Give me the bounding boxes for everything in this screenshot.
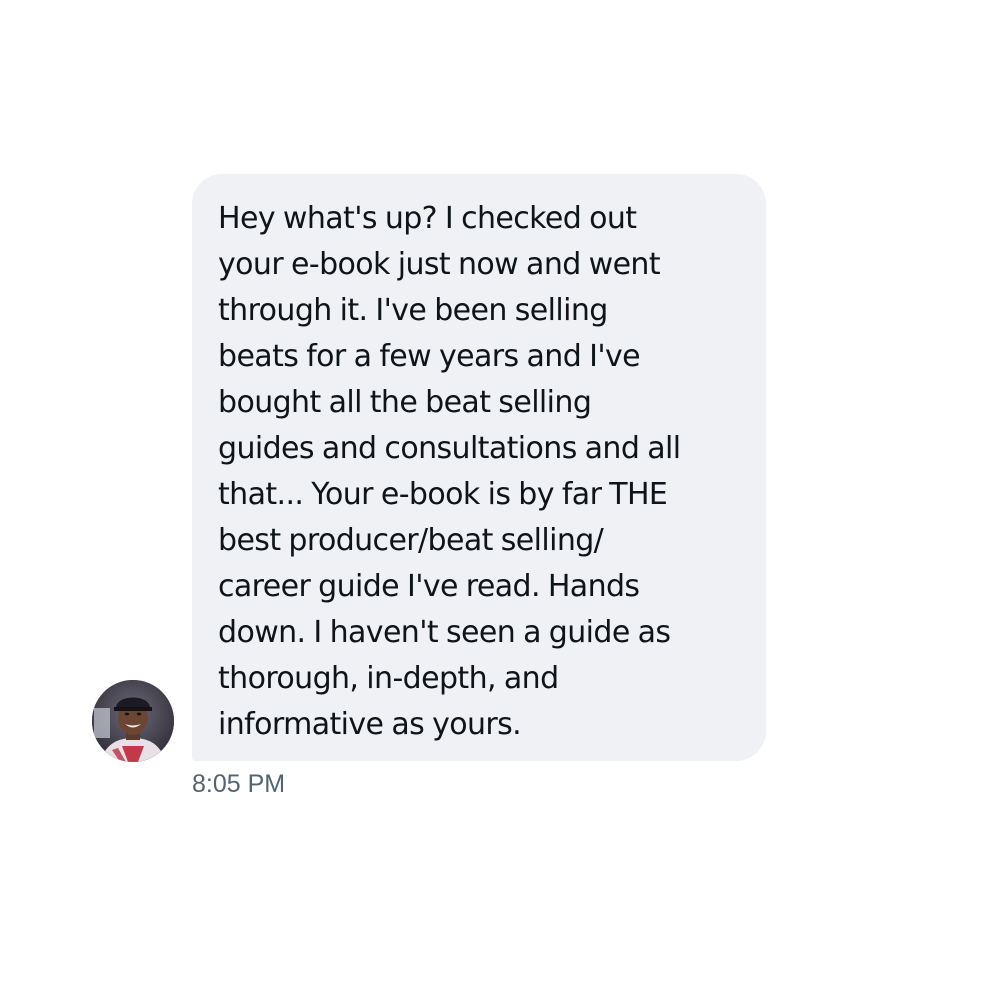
sender-avatar[interactable] [92, 680, 174, 762]
message-line: informative as yours. [218, 707, 522, 742]
message-line: bought all the beat selling [218, 385, 592, 420]
message-line: that... Your e-book is by far THE [218, 477, 668, 512]
message-timestamp: 8:05 PM [192, 770, 286, 798]
avatar-photo-icon [92, 680, 174, 762]
message-line: your e-book just now and went [218, 247, 661, 282]
message-line: Hey what's up? I checked out [218, 201, 637, 236]
message-line: through it. I've been selling [218, 293, 608, 328]
message-line: best producer/beat selling/ [218, 523, 604, 558]
message-line: beats for a few years and I've [218, 339, 641, 374]
message-line: thorough, in-depth, and [218, 661, 559, 696]
message-bubble[interactable]: Hey what's up? I checked out your e-book… [192, 174, 766, 761]
message-line: down. I haven't seen a guide as [218, 615, 671, 650]
message-text: Hey what's up? I checked out your e-book… [218, 196, 738, 748]
message-line: career guide I've read. Hands [218, 569, 640, 604]
message-line: guides and consultations and all [218, 431, 681, 466]
